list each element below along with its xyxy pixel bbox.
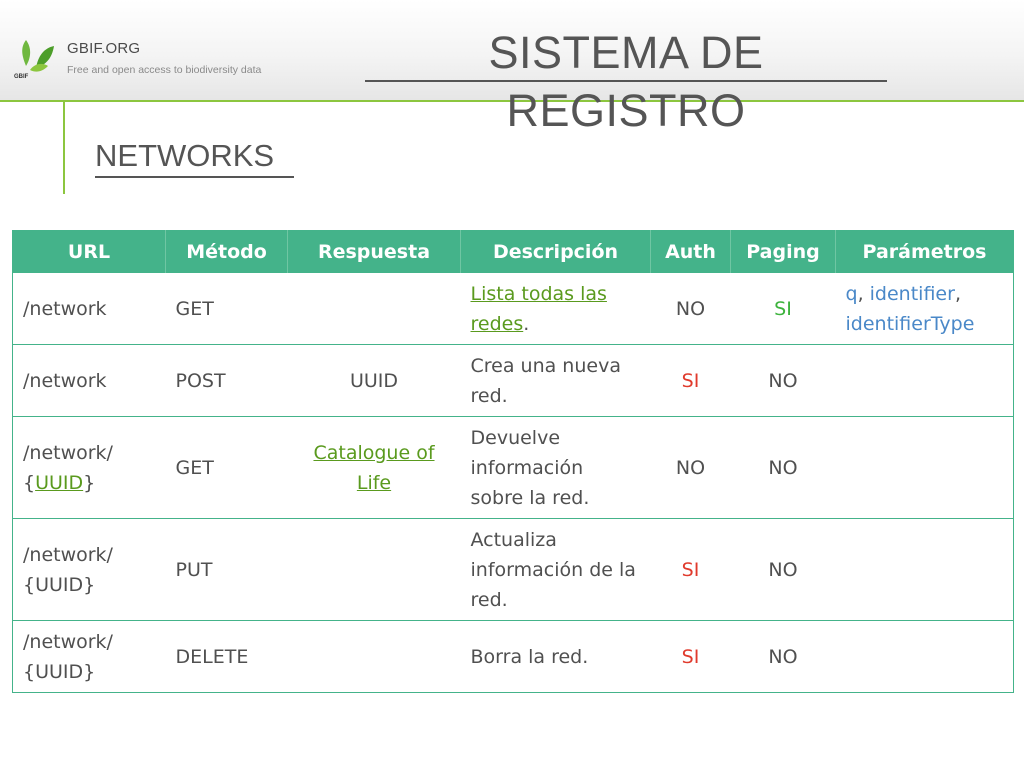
- table-row: /network/ {UUID} GET Catalogue of Life De…: [12, 416, 1014, 519]
- param-identifier: identifier: [869, 283, 955, 305]
- cell-response: [287, 518, 461, 621]
- api-endpoints-table: URL Método Respuesta Descripción Auth Pa…: [12, 230, 1014, 693]
- param-identifier-type: identifierType: [845, 313, 975, 335]
- description-suffix: .: [523, 312, 530, 335]
- header-method: Método: [165, 230, 288, 273]
- cell-params: q, identifier, identifierType: [835, 272, 1014, 345]
- cell-method: DELETE: [165, 620, 288, 693]
- header-params: Parámetros: [835, 230, 1014, 273]
- slide-title: SISTEMA DE REGISTRO: [365, 24, 887, 136]
- cell-auth: SI: [650, 518, 731, 621]
- cell-response: UUID: [287, 344, 461, 417]
- cell-params: [835, 344, 1014, 417]
- table-row: /network/{UUID} DELETE Borra la red. SI …: [12, 620, 1014, 693]
- header-paging: Paging: [730, 230, 836, 273]
- cell-url: /network: [12, 344, 166, 417]
- brand-tagline: Free and open access to biodiversity dat…: [67, 64, 262, 76]
- cell-paging: NO: [730, 518, 836, 621]
- cell-url: /network/ {UUID}: [12, 620, 166, 693]
- cell-description: Lista todas las redes.: [460, 272, 651, 345]
- url-path: /network/: [23, 543, 113, 566]
- cell-paging: NO: [730, 416, 836, 519]
- cell-paging: SI: [730, 272, 836, 345]
- logo-mark-text: GBIF: [14, 74, 29, 80]
- header-url: URL: [12, 230, 166, 273]
- section-title: NETWORKS: [95, 136, 294, 178]
- header-response: Respuesta: [287, 230, 461, 273]
- cell-paging: NO: [730, 344, 836, 417]
- cell-response: Catalogue of Life: [287, 416, 461, 519]
- cell-method: PUT: [165, 518, 288, 621]
- cell-description: Crea una nueva red.: [460, 344, 651, 417]
- left-accent-rule: [63, 102, 65, 194]
- cell-auth: SI: [650, 344, 731, 417]
- cell-auth: NO: [650, 416, 731, 519]
- table-header-row: URL Método Respuesta Descripción Auth Pa…: [12, 230, 1014, 273]
- cell-url: /network/ {UUID}: [12, 518, 166, 621]
- list-networks-link[interactable]: Lista todas las redes: [471, 283, 607, 335]
- cell-description: Devuelve información sobre la red.: [460, 416, 651, 519]
- slide-header: GBIF GBIF.ORG Free and open access to bi…: [0, 0, 1024, 136]
- header-auth: Auth: [650, 230, 731, 273]
- cell-params: [835, 620, 1014, 693]
- table-row: /network GET Lista todas las redes. NO S…: [12, 272, 1014, 345]
- cell-method: GET: [165, 416, 288, 519]
- url-param: {UUID}: [23, 660, 96, 683]
- cell-response: [287, 272, 461, 345]
- uuid-link[interactable]: UUID: [35, 472, 83, 494]
- cell-paging: NO: [730, 620, 836, 693]
- brand-name: GBIF.ORG: [67, 40, 141, 57]
- url-path: /network/: [23, 630, 113, 653]
- cell-method: POST: [165, 344, 288, 417]
- catalogue-of-life-link[interactable]: Catalogue of Life: [313, 442, 434, 494]
- url-param: {UUID}: [23, 573, 96, 596]
- cell-params: [835, 416, 1014, 519]
- cell-params: [835, 518, 1014, 621]
- url-path: /network/: [23, 441, 113, 464]
- gbif-leaf-logo-icon: GBIF: [14, 40, 54, 80]
- cell-description: Borra la red.: [460, 620, 651, 693]
- url-brace-open: {: [23, 471, 36, 494]
- param-q: q: [845, 283, 858, 305]
- cell-url: /network: [12, 272, 166, 345]
- table-row: /network POST UUID Crea una nueva red. S…: [12, 344, 1014, 417]
- cell-method: GET: [165, 272, 288, 345]
- cell-url: /network/ {UUID}: [12, 416, 166, 519]
- cell-auth: SI: [650, 620, 731, 693]
- cell-response: [287, 620, 461, 693]
- header-description: Descripción: [460, 230, 651, 273]
- cell-auth: NO: [650, 272, 731, 345]
- table-row: /network/ {UUID} PUT Actualiza informació…: [12, 518, 1014, 621]
- cell-description: Actualiza información de la red.: [460, 518, 651, 621]
- url-brace-close: }: [83, 471, 96, 494]
